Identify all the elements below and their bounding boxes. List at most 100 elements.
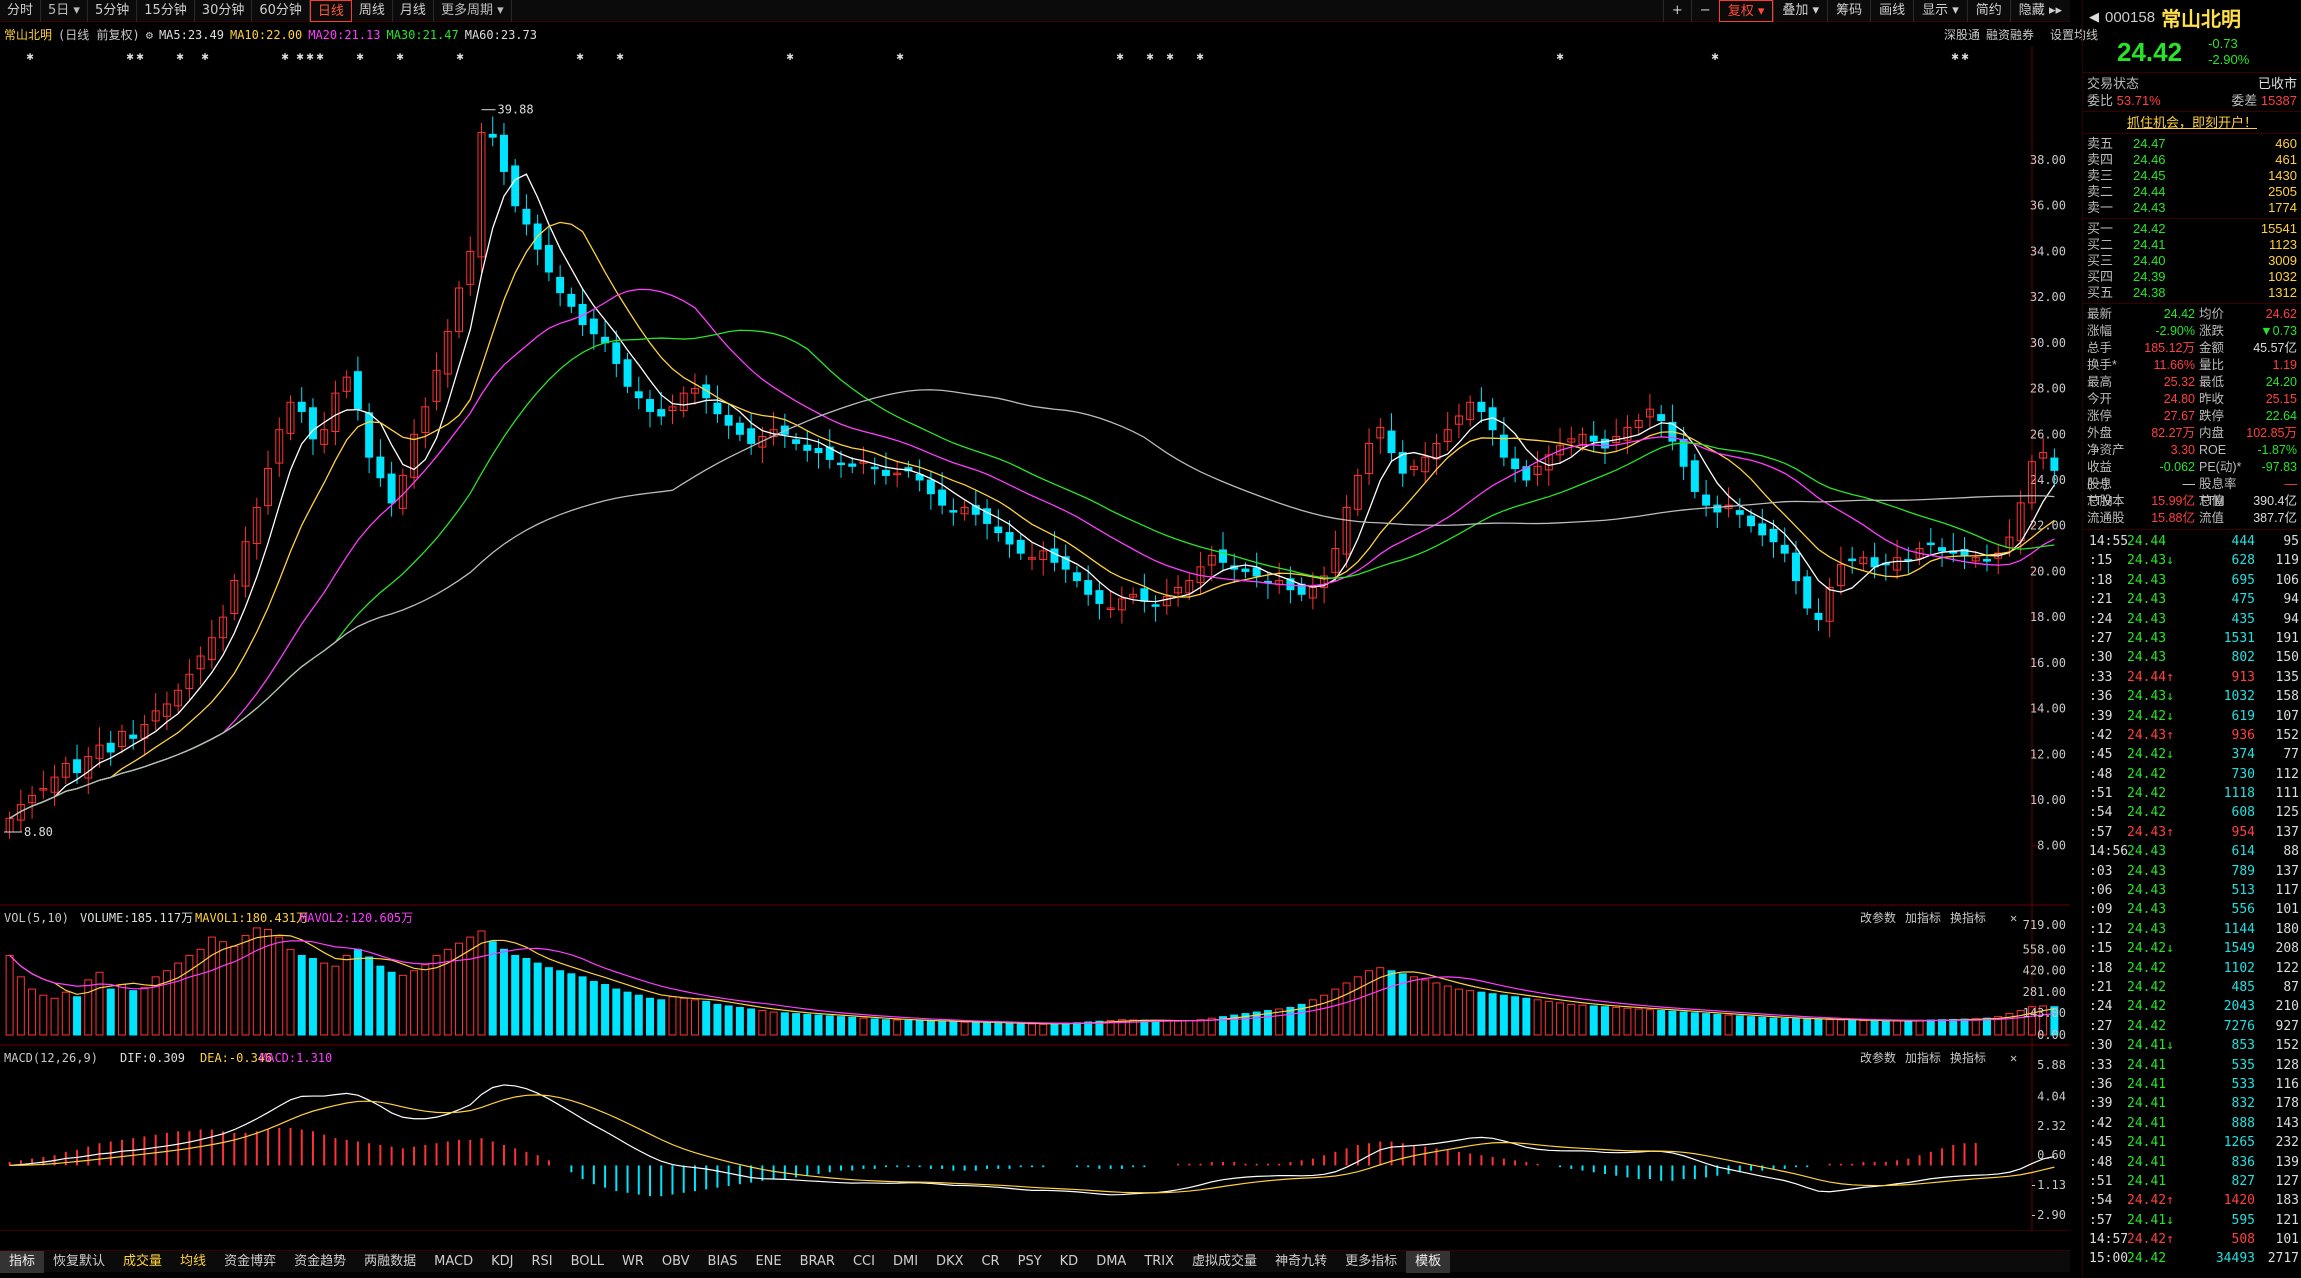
indicator-tab-23[interactable]: TRIX: [1135, 1251, 1183, 1273]
fund-label: 跌停: [2199, 409, 2225, 423]
tab-5min[interactable]: 5分钟: [88, 0, 138, 22]
zoom-out-button[interactable]: −: [1690, 0, 1719, 22]
hide-button[interactable]: 隐藏 ▸▸: [2009, 0, 2070, 22]
simple-button[interactable]: 简约: [1966, 0, 2010, 22]
price-tick-label: 30.00: [2030, 336, 2066, 350]
fund-row: 最高 25.32 最低 24.20: [2083, 374, 2301, 391]
indicator-tab-11[interactable]: WR: [613, 1251, 653, 1273]
tab-5day[interactable]: 5日 ▾: [41, 0, 88, 22]
tick-count: 178: [2275, 1096, 2299, 1112]
kline-chart[interactable]: 38.0036.0034.0032.0030.0028.0026.0024.00…: [0, 46, 2070, 1231]
draw-button[interactable]: 画线: [1870, 0, 1913, 22]
candle-down: [522, 208, 531, 225]
link-margin[interactable]: 融资融券: [1986, 24, 2034, 46]
vol-add-indicator-button[interactable]: 加指标: [1905, 910, 1941, 925]
tick-price: 24.41: [2127, 1076, 2167, 1092]
vol-close-icon[interactable]: ✕: [2010, 911, 2017, 925]
indicator-tab-25[interactable]: 神奇九转: [1266, 1251, 1336, 1273]
display-button[interactable]: 显示 ▾: [1913, 0, 1967, 22]
macd-close-icon[interactable]: ✕: [2010, 1051, 2017, 1065]
tick-time: :36: [2089, 1076, 2113, 1092]
candle-down: [567, 293, 576, 307]
indicator-tab-21[interactable]: KD: [1051, 1251, 1088, 1273]
tab-15min[interactable]: 15分钟: [137, 0, 195, 22]
tick-volume: 556: [2231, 902, 2255, 918]
indicator-tab-0[interactable]: 指标: [0, 1250, 45, 1273]
tab-monthly[interactable]: 月线: [393, 0, 434, 22]
indicator-tab-12[interactable]: OBV: [653, 1251, 699, 1273]
macd-edit-params-button[interactable]: 改参数: [1860, 1050, 1896, 1065]
indicator-tab-4[interactable]: 资金博弈: [215, 1251, 285, 1273]
candle-down: [1151, 604, 1160, 607]
indicator-tab-13[interactable]: BIAS: [699, 1251, 747, 1273]
indicator-tab-17[interactable]: DMI: [884, 1251, 927, 1273]
tab-30min[interactable]: 30分钟: [195, 0, 253, 22]
vol-switch-indicator-button[interactable]: 换指标: [1950, 910, 1986, 925]
indicator-tab-22[interactable]: DMA: [1087, 1251, 1135, 1273]
indicator-tab-15[interactable]: BRAR: [791, 1251, 844, 1273]
ask-book: 卖五 24.47 460 卖四 24.46 461 卖三 24.45 1430 卖二 24.44 25…: [2083, 136, 2301, 216]
tab-daily[interactable]: 日线: [309, 0, 352, 22]
mavol1-label: MAVOL1:180.431万: [195, 911, 308, 925]
volume-bar-down: [1140, 1019, 1149, 1036]
event-marker: ✱: [786, 49, 793, 63]
tab-weekly[interactable]: 周线: [352, 0, 393, 22]
indicator-tab-26[interactable]: 更多指标: [1336, 1251, 1406, 1273]
indicator-tab-3[interactable]: 均线: [171, 1251, 215, 1273]
indicator-tab-1[interactable]: 恢复默认: [44, 1251, 114, 1273]
fund-label: 总值: [2199, 494, 2225, 508]
order-price: 24.47: [2133, 136, 2166, 151]
candle-down: [1791, 552, 1800, 582]
price-tick-label: 36.00: [2030, 199, 2066, 213]
indicator-tab-6[interactable]: 两融数据: [355, 1251, 425, 1273]
tab-more-periods[interactable]: 更多周期 ▾: [434, 0, 512, 22]
indicator-tab-5[interactable]: 资金趋势: [285, 1251, 355, 1273]
indicator-tab-7[interactable]: MACD: [425, 1251, 482, 1273]
link-sgt[interactable]: 深股通: [1944, 24, 1980, 46]
promo-link[interactable]: 抓住机会，即刻开户！: [2083, 114, 2301, 131]
adjust-button[interactable]: 复权 ▾: [1718, 0, 1774, 22]
indicator-tab-19[interactable]: CR: [972, 1251, 1008, 1273]
candle-down: [488, 133, 497, 138]
tick-volume: 730: [2231, 766, 2255, 782]
vol-tick-label: 281.00: [2023, 985, 2066, 999]
candle-down: [1511, 458, 1520, 470]
zoom-in-button[interactable]: +: [1662, 0, 1691, 22]
indicator-tab-16[interactable]: CCI: [844, 1251, 884, 1273]
macd-switch-indicator-button[interactable]: 换指标: [1950, 1050, 1986, 1065]
order-level-label: 买四: [2087, 269, 2114, 284]
indicator-tab-20[interactable]: PSY: [1009, 1251, 1051, 1273]
indicator-tab-8[interactable]: KDJ: [482, 1251, 522, 1273]
volume-bar-down: [1016, 1023, 1025, 1036]
candle-down: [353, 371, 362, 410]
weibi-row: 委比 53.71% 委差 15387: [2087, 93, 2297, 108]
macd-add-indicator-button[interactable]: 加指标: [1905, 1050, 1941, 1065]
indicator-tab-9[interactable]: RSI: [522, 1251, 561, 1273]
order-level-label: 卖三: [2087, 168, 2114, 183]
indicator-tab-14[interactable]: ENE: [746, 1251, 790, 1273]
indicator-tab-27[interactable]: 模板: [1406, 1250, 1451, 1273]
indicator-tab-2[interactable]: 成交量: [114, 1251, 171, 1273]
chips-button[interactable]: 筹码: [1827, 0, 1870, 22]
tick-price: 24.41: [2127, 1057, 2167, 1073]
macd-tick-label: 5.88: [2037, 1058, 2066, 1072]
overlay-button[interactable]: 叠加 ▾: [1773, 0, 1827, 22]
tab-60min[interactable]: 60分钟: [252, 0, 310, 22]
tick-price: 24.43: [2127, 883, 2167, 899]
tick-count: 208: [2275, 941, 2299, 957]
prev-stock-icon[interactable]: ◀: [2089, 9, 2099, 25]
tick-row: :09 24.43 556 101: [2083, 900, 2301, 919]
fund-row: 今开 24.80 昨收 25.15: [2083, 391, 2301, 408]
candle-down: [926, 479, 935, 495]
candle-down: [814, 447, 823, 454]
indicator-tab-18[interactable]: DKX: [927, 1251, 972, 1273]
indicator-tab-24[interactable]: 虚拟成交量: [1183, 1251, 1266, 1273]
indicator-tab-10[interactable]: BOLL: [562, 1251, 613, 1273]
volume-bar-down: [1601, 1006, 1609, 1036]
order-price: 24.39: [2133, 269, 2166, 284]
tab-intraday[interactable]: 分时: [0, 0, 42, 22]
volume-bar-down: [1668, 1010, 1677, 1036]
vol-edit-params-button[interactable]: 改参数: [1860, 910, 1896, 925]
ma-settings-icon[interactable]: ⚙: [146, 24, 153, 46]
tick-time: :27: [2089, 630, 2113, 646]
